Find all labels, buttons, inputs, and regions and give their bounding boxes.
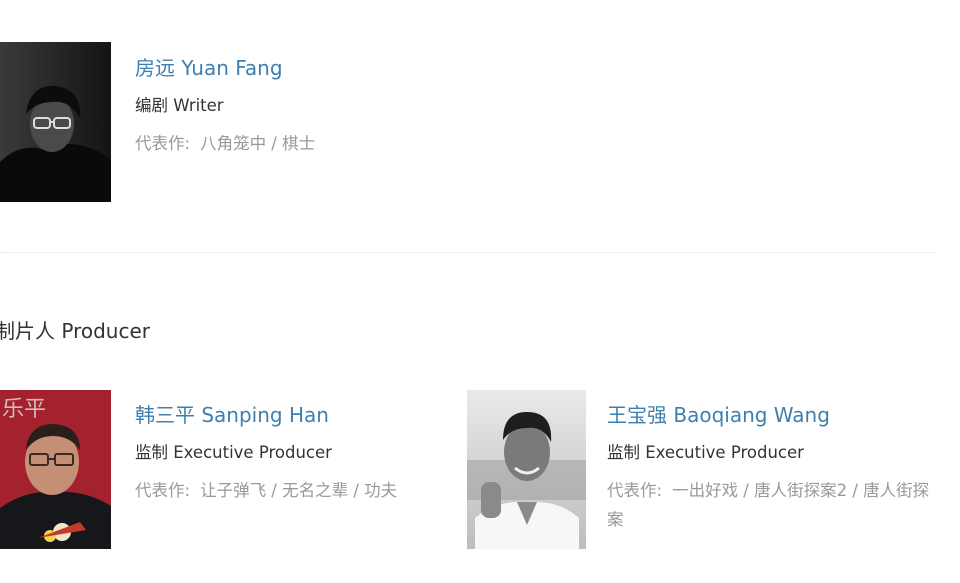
person-works: 代表作: 让子弹飞 / 无名之辈 / 功夫: [135, 476, 455, 505]
person-card-yuan-fang: 房远 Yuan Fang 编剧 Writer 代表作: 八角笼中 / 棋士: [0, 0, 600, 210]
portrait-image: [467, 390, 586, 549]
person-name[interactable]: 韩三平 Sanping Han: [135, 405, 329, 425]
person-name[interactable]: 王宝强 Baoqiang Wang: [607, 405, 830, 425]
portrait-photo-yuan-fang[interactable]: [0, 42, 111, 202]
works-titles[interactable]: 让子弹飞 / 无名之辈 / 功夫: [200, 481, 397, 500]
person-role: 编剧 Writer: [135, 96, 224, 115]
portrait-image: [0, 42, 111, 202]
works-titles[interactable]: 八角笼中 / 棋士: [200, 134, 315, 153]
works-prefix: 代表作:: [135, 134, 191, 153]
section-divider: [0, 252, 938, 253]
works-prefix: 代表作:: [607, 481, 663, 500]
svg-text:乐平: 乐平: [2, 397, 46, 422]
portrait-image: 乐平: [0, 390, 111, 549]
person-works: 代表作: 八角笼中 / 棋士: [135, 129, 455, 158]
person-role: 监制 Executive Producer: [607, 443, 804, 462]
portrait-photo-baoqiang-wang[interactable]: [467, 390, 586, 549]
works-prefix: 代表作:: [135, 481, 191, 500]
crew-page: 房远 Yuan Fang 编剧 Writer 代表作: 八角笼中 / 棋士 制片人…: [0, 0, 960, 583]
portrait-photo-sanping-han[interactable]: 乐平: [0, 390, 111, 549]
section-title-producer: 制片人 Producer: [0, 319, 150, 343]
person-name[interactable]: 房远 Yuan Fang: [135, 58, 283, 78]
person-role: 监制 Executive Producer: [135, 443, 332, 462]
person-works: 代表作: 一出好戏 / 唐人街探案2 / 唐人街探案: [607, 476, 932, 534]
person-card-sanping-han: 乐平 韩三平 Sanping Han 监制 Executive Producer…: [0, 380, 460, 560]
person-card-baoqiang-wang: 王宝强 Baoqiang Wang 监制 Executive Producer …: [467, 380, 947, 560]
